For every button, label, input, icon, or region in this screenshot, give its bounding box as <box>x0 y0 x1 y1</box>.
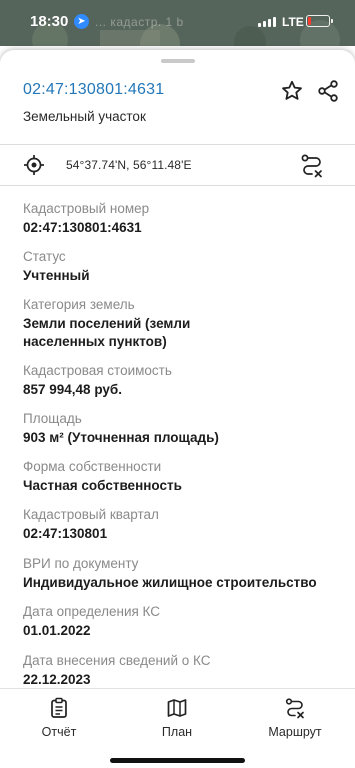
clipboard-icon <box>51 697 67 718</box>
nav-plan-label: План <box>161 725 193 739</box>
field-value: Учтенный <box>23 268 90 283</box>
field-cadastral-quarter: Кадастровый квартал 02:47:130801 <box>23 506 159 543</box>
status-time: 18:30 <box>30 13 69 30</box>
field-value: 903 м² (Уточненная площадь) <box>23 430 219 445</box>
field-label: Статус <box>23 249 66 264</box>
map-icon <box>167 699 187 717</box>
sheet-grabber[interactable] <box>161 59 195 63</box>
status-bar: 18:30 ➤ ... кадастр. 1 b LTE <box>0 0 355 46</box>
nav-route-label: Маршрут <box>268 725 322 739</box>
status-faint-text: ... кадастр. 1 b <box>95 15 184 29</box>
field-label: Кадастровый квартал <box>23 507 159 522</box>
field-value: Земли поселений (земли населенных пункто… <box>23 316 191 349</box>
field-value: Частная собственность <box>23 478 182 493</box>
route-clear-icon <box>301 154 322 178</box>
home-indicator <box>110 758 245 763</box>
field-value[interactable]: 02:47:130801:4631 <box>23 219 149 237</box>
field-label: Форма собственности <box>23 459 162 474</box>
field-label: Категория земель <box>23 297 135 312</box>
nav-report-button[interactable]: Отчёт <box>19 697 99 739</box>
location-arrow-icon: ➤ <box>74 14 89 29</box>
field-label: Кадастровый номер <box>23 201 150 216</box>
field-value: 22.12.2023 <box>23 672 91 687</box>
route-icon <box>285 698 304 719</box>
field-status: Статус Учтенный <box>23 248 90 285</box>
locate-button[interactable] <box>23 154 45 176</box>
field-cadastral-number: Кадастровый номер 02:47:130801:4631 <box>23 200 149 237</box>
field-label: Кадастровая стоимость <box>23 363 172 378</box>
route-clear-button[interactable] <box>299 153 325 179</box>
field-value: 857 994,48 руб. <box>23 382 122 397</box>
field-label: Дата определения КС <box>23 604 161 619</box>
field-permitted-use: ВРИ по документу Индивидуальное жилищное… <box>23 555 353 592</box>
battery-level <box>308 17 311 25</box>
share-icon <box>318 80 338 102</box>
network-type: LTE <box>282 15 304 29</box>
object-type-subtitle: Земельный участок <box>23 109 146 124</box>
nav-route-button[interactable]: Маршрут <box>255 697 335 739</box>
coordinates-text[interactable]: 54°37.74'N, 56°11.48'E <box>66 158 192 172</box>
star-icon <box>282 80 302 100</box>
field-ownership: Форма собственности Частная собственност… <box>23 458 182 495</box>
bottom-nav: Отчёт План Маршрут <box>0 688 355 768</box>
field-label: Дата внесения сведений о КС <box>23 653 211 668</box>
crosshair-icon <box>24 155 44 175</box>
field-label: ВРИ по документу <box>23 556 139 571</box>
field-land-category: Категория земель Земли поселений (земли … <box>23 296 273 351</box>
signal-bars-icon <box>258 17 276 27</box>
battery-icon <box>306 15 333 27</box>
field-value[interactable]: 02:47:130801 <box>23 525 159 543</box>
field-entry-date: Дата внесения сведений о КС 22.12.2023 <box>23 652 210 689</box>
field-area: Площадь 903 м² (Уточненная площадь) <box>23 410 219 447</box>
field-value: Индивидуальное жилищное строительство <box>23 575 317 590</box>
divider <box>0 185 355 186</box>
nav-report-label: Отчёт <box>41 725 77 739</box>
share-button[interactable] <box>316 79 340 103</box>
field-cadastral-value: Кадастровая стоимость 857 994,48 руб. <box>23 362 172 399</box>
field-valuation-date: Дата определения КС 01.01.2022 <box>23 603 160 640</box>
nav-plan-button[interactable]: План <box>137 697 217 739</box>
favorite-button[interactable] <box>280 79 304 103</box>
coordinates-row: 54°37.74'N, 56°11.48'E <box>0 145 355 185</box>
field-label: Площадь <box>23 411 82 426</box>
parcel-sheet: 02:47:130801:4631 Земельный участок 54°3… <box>0 50 355 768</box>
field-value: 01.01.2022 <box>23 623 91 638</box>
cadastral-number-title[interactable]: 02:47:130801:4631 <box>23 81 164 99</box>
